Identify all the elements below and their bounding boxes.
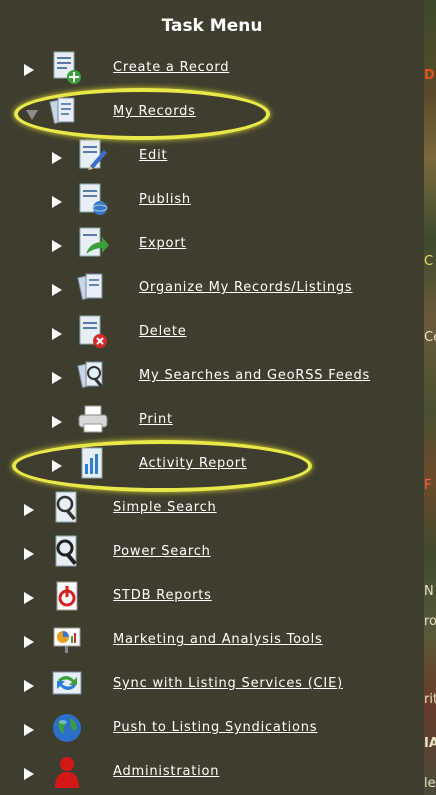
expand-arrow-icon[interactable] — [24, 592, 34, 604]
expand-arrow-icon[interactable] — [52, 284, 62, 296]
menu-item-delete[interactable]: Delete — [0, 314, 424, 354]
menu-item-push-syndications[interactable]: Push to Listing Syndications — [0, 710, 424, 750]
organize-icon — [76, 270, 110, 306]
expand-arrow-icon[interactable] — [24, 548, 34, 560]
stdb-reports-icon — [50, 578, 84, 614]
expand-arrow-icon[interactable] — [52, 152, 62, 164]
menu-item-export[interactable]: Export — [0, 226, 424, 266]
menu-item-edit[interactable]: Edit — [0, 138, 424, 178]
menu-item-power-search[interactable]: Power Search — [0, 534, 424, 574]
expand-arrow-icon[interactable] — [24, 636, 34, 648]
delete-icon — [76, 314, 110, 350]
export-icon — [76, 226, 110, 262]
menu-item-label[interactable]: STDB Reports — [113, 588, 212, 603]
sync-icon — [50, 666, 84, 702]
expand-arrow-icon[interactable] — [52, 372, 62, 384]
publish-icon — [76, 182, 110, 218]
background-text: rit — [424, 692, 436, 707]
edit-icon — [76, 138, 110, 174]
menu-item-print[interactable]: Print — [0, 402, 424, 442]
menu-item-label[interactable]: Administration — [113, 764, 219, 779]
menu-item-publish[interactable]: Publish — [0, 182, 424, 222]
menu-item-create-record[interactable]: Create a Record — [0, 50, 424, 90]
highlight-activity-report — [12, 440, 312, 492]
background-text: D — [424, 68, 435, 83]
menu-item-administration[interactable]: Administration — [0, 754, 424, 794]
background-text: F — [424, 478, 432, 493]
create-record-icon — [50, 50, 84, 86]
menu-item-label[interactable]: Power Search — [113, 544, 211, 559]
expand-arrow-icon[interactable] — [52, 328, 62, 340]
menu-item-label[interactable]: Simple Search — [113, 500, 217, 515]
background-text: le — [424, 776, 436, 791]
expand-arrow-icon[interactable] — [52, 416, 62, 428]
administration-icon — [50, 754, 84, 790]
menu-item-simple-search[interactable]: Simple Search — [0, 490, 424, 530]
menu-item-stdb-reports[interactable]: STDB Reports — [0, 578, 424, 618]
simple-search-icon — [50, 490, 84, 526]
expand-arrow-icon[interactable] — [24, 504, 34, 516]
background-text: N — [424, 584, 434, 599]
power-search-icon — [50, 534, 84, 570]
menu-item-organize[interactable]: Organize My Records/Listings — [0, 270, 424, 310]
searches-feeds-icon — [76, 358, 110, 394]
expand-arrow-icon[interactable] — [52, 240, 62, 252]
menu-item-label[interactable]: Marketing and Analysis Tools — [113, 632, 323, 647]
globe-icon — [50, 710, 84, 746]
menu-item-label[interactable]: Create a Record — [113, 60, 229, 75]
menu-item-label[interactable]: Publish — [139, 192, 191, 207]
menu-item-label[interactable]: Push to Listing Syndications — [113, 720, 317, 735]
menu-item-label[interactable]: My Searches and GeoRSS Feeds — [139, 368, 370, 383]
menu-item-label[interactable]: Delete — [139, 324, 187, 339]
background-text: Ce — [424, 330, 436, 345]
menu-item-marketing-tools[interactable]: Marketing and Analysis Tools — [0, 622, 424, 662]
expand-arrow-icon[interactable] — [24, 724, 34, 736]
menu-item-label[interactable]: Export — [139, 236, 186, 251]
highlight-my-records — [14, 88, 270, 140]
menu-item-label[interactable]: Edit — [139, 148, 167, 163]
background-text: IA — [424, 736, 436, 751]
expand-arrow-icon[interactable] — [52, 196, 62, 208]
menu-item-label[interactable]: Organize My Records/Listings — [139, 280, 352, 295]
expand-arrow-icon[interactable] — [24, 64, 34, 76]
background-text: C — [424, 254, 434, 269]
menu-item-my-searches[interactable]: My Searches and GeoRSS Feeds — [0, 358, 424, 398]
menu-item-sync-listing[interactable]: Sync with Listing Services (CIE) — [0, 666, 424, 706]
background-map-strip — [424, 0, 436, 795]
task-menu-panel: Task Menu Create a Record My Records Edi… — [0, 0, 424, 795]
task-menu-title: Task Menu — [161, 16, 263, 36]
marketing-tools-icon — [50, 622, 84, 658]
expand-arrow-icon[interactable] — [24, 768, 34, 780]
printer-icon — [76, 402, 110, 438]
menu-item-label[interactable]: Print — [139, 412, 173, 427]
background-text: ro — [424, 614, 436, 629]
menu-item-label[interactable]: Sync with Listing Services (CIE) — [113, 676, 343, 691]
expand-arrow-icon[interactable] — [24, 680, 34, 692]
